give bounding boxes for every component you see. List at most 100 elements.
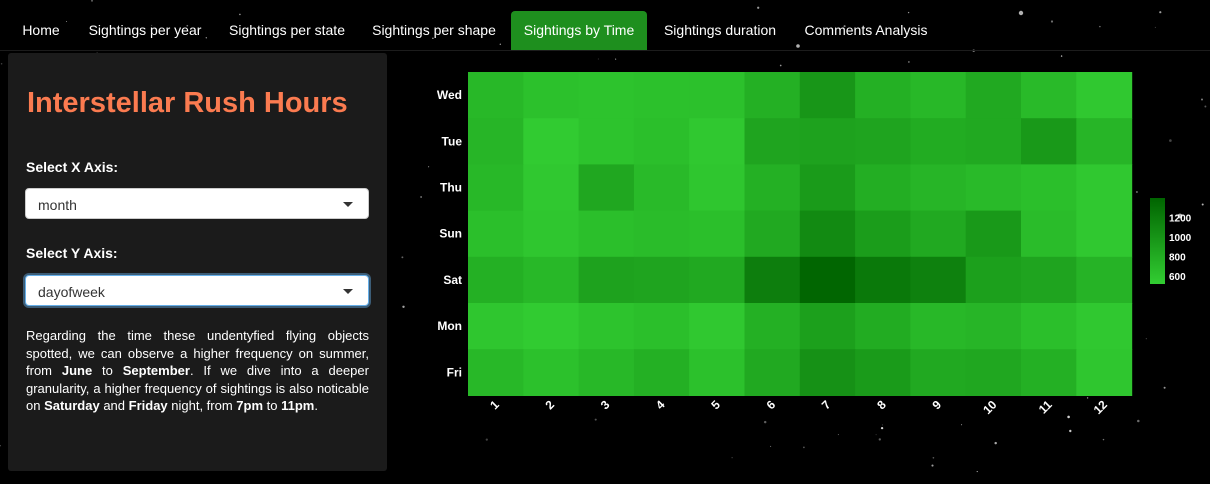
heatmap-cell[interactable] [965,164,1022,212]
y-axis-select[interactable]: dayofweek [25,275,369,306]
heatmap-cell[interactable] [468,349,524,396]
heatmap-cell[interactable] [910,118,967,165]
heatmap-cell[interactable] [799,118,856,165]
heatmap-cell[interactable] [855,164,911,212]
description-run: and [99,398,129,414]
heatmap-cell[interactable] [744,72,801,119]
heatmap-cell[interactable] [689,210,746,258]
heatmap-cell[interactable] [1076,210,1133,258]
x-tick-label: 12 [1091,397,1111,417]
heatmap-cell[interactable] [744,210,801,258]
heatmap-cell[interactable] [578,349,635,396]
heatmap-cell[interactable] [578,256,635,304]
heatmap-cell[interactable] [799,164,856,212]
heatmap-cell[interactable] [633,303,690,350]
heatmap-cell[interactable] [744,256,801,304]
description-run: to [92,363,123,379]
heatmap-cell[interactable] [965,349,1022,396]
heatmap-cell[interactable] [855,72,911,119]
heatmap-cell[interactable] [1076,118,1133,165]
heatmap-cell[interactable] [910,164,967,212]
heatmap-cell[interactable] [689,303,746,350]
x-axis-ticks: 1 2 3 4 5 6 7 8 9 10 11 12 [487,397,1110,417]
heatmap-cell[interactable] [910,210,967,258]
heatmap-cell[interactable] [910,349,967,396]
description-emphasis: June [61,363,93,379]
heatmap-cell[interactable] [633,72,690,119]
heatmap-cell[interactable] [1076,72,1133,119]
heatmap-cell[interactable] [799,349,856,396]
heatmap-cell[interactable] [1021,118,1077,165]
heatmap-cell[interactable] [799,303,856,350]
heatmap-cell[interactable] [578,303,635,350]
heatmap-cell[interactable] [578,210,635,258]
heatmap-cell[interactable] [523,349,580,396]
heatmap-cell[interactable] [523,118,580,165]
heatmap-cell[interactable] [468,118,524,165]
heatmap-cell[interactable] [855,210,911,258]
star [976,471,978,473]
nav-tab-sightings-per-state[interactable]: Sightings per state [220,11,354,50]
heatmap-cell[interactable] [633,118,690,165]
heatmap-cell[interactable] [633,349,690,396]
heatmap-cell[interactable] [468,210,524,258]
heatmap-cell[interactable] [1076,256,1133,304]
nav-tab-sightings-per-year[interactable]: Sightings per year [81,11,209,50]
heatmap-cell[interactable] [1076,164,1133,212]
heatmap-cell[interactable] [910,303,967,350]
heatmap-cell[interactable] [965,72,1022,119]
heatmap-cell[interactable] [523,303,580,350]
heatmap-cell[interactable] [744,303,801,350]
heatmap-cell[interactable] [689,349,746,396]
heatmap-cell[interactable] [1021,256,1077,304]
heatmap-cell[interactable] [1021,303,1077,350]
heatmap-cell[interactable] [799,72,856,119]
heatmap-cell[interactable] [689,256,746,304]
heatmap-cell[interactable] [855,118,911,165]
heatmap-cell[interactable] [689,164,746,212]
heatmap-cell[interactable] [578,118,635,165]
heatmap-cell[interactable] [468,256,524,304]
heatmap-cell[interactable] [965,256,1022,304]
heatmap-cell[interactable] [799,210,856,258]
heatmap-cell[interactable] [468,303,524,350]
heatmap-cell[interactable] [799,256,856,304]
heatmap-cell[interactable] [965,303,1022,350]
nav-tab-sightings-duration[interactable]: Sightings duration [654,11,786,50]
heatmap-cell[interactable] [523,256,580,304]
nav-tab-sightings-per-shape[interactable]: Sightings per shape [364,11,504,50]
heatmap-cell[interactable] [1076,349,1133,396]
heatmap-cell[interactable] [689,118,746,165]
heatmap-cell[interactable] [1021,349,1077,396]
heatmap-cell[interactable] [633,164,690,212]
heatmap-cell[interactable] [1021,210,1077,258]
heatmap-cell[interactable] [855,349,911,396]
heatmap-cell[interactable] [523,72,580,119]
nav-tab-comments-analysis[interactable]: Comments Analysis [795,11,937,50]
heatmap-cell[interactable] [855,303,911,350]
heatmap-cell[interactable] [910,256,967,304]
heatmap-cell[interactable] [523,164,580,212]
heatmap-cell[interactable] [965,210,1022,258]
heatmap-cell[interactable] [855,256,911,304]
heatmap-cell[interactable] [1021,72,1077,119]
heatmap-cell[interactable] [965,118,1022,165]
heatmap-cell[interactable] [578,164,635,212]
heatmap-cell[interactable] [1021,164,1077,212]
heatmap-cell[interactable] [578,72,635,119]
heatmap-cell[interactable] [744,164,801,212]
heatmap-cell[interactable] [523,210,580,258]
heatmap-cell[interactable] [744,349,801,396]
heatmap-cell[interactable] [910,72,967,119]
x-axis-select[interactable]: month [25,188,369,219]
nav-tab-sightings-by-time[interactable]: Sightings by Time [511,11,647,50]
heatmap-cell[interactable] [468,72,524,119]
heatmap-cell[interactable] [744,118,801,165]
description-emphasis: 11pm [281,398,315,414]
heatmap-cell[interactable] [633,256,690,304]
heatmap-cell[interactable] [689,72,746,119]
heatmap-cell[interactable] [1076,303,1133,350]
heatmap-cell[interactable] [468,164,524,212]
nav-tab-home[interactable]: Home [12,11,70,50]
heatmap-cell[interactable] [633,210,690,258]
